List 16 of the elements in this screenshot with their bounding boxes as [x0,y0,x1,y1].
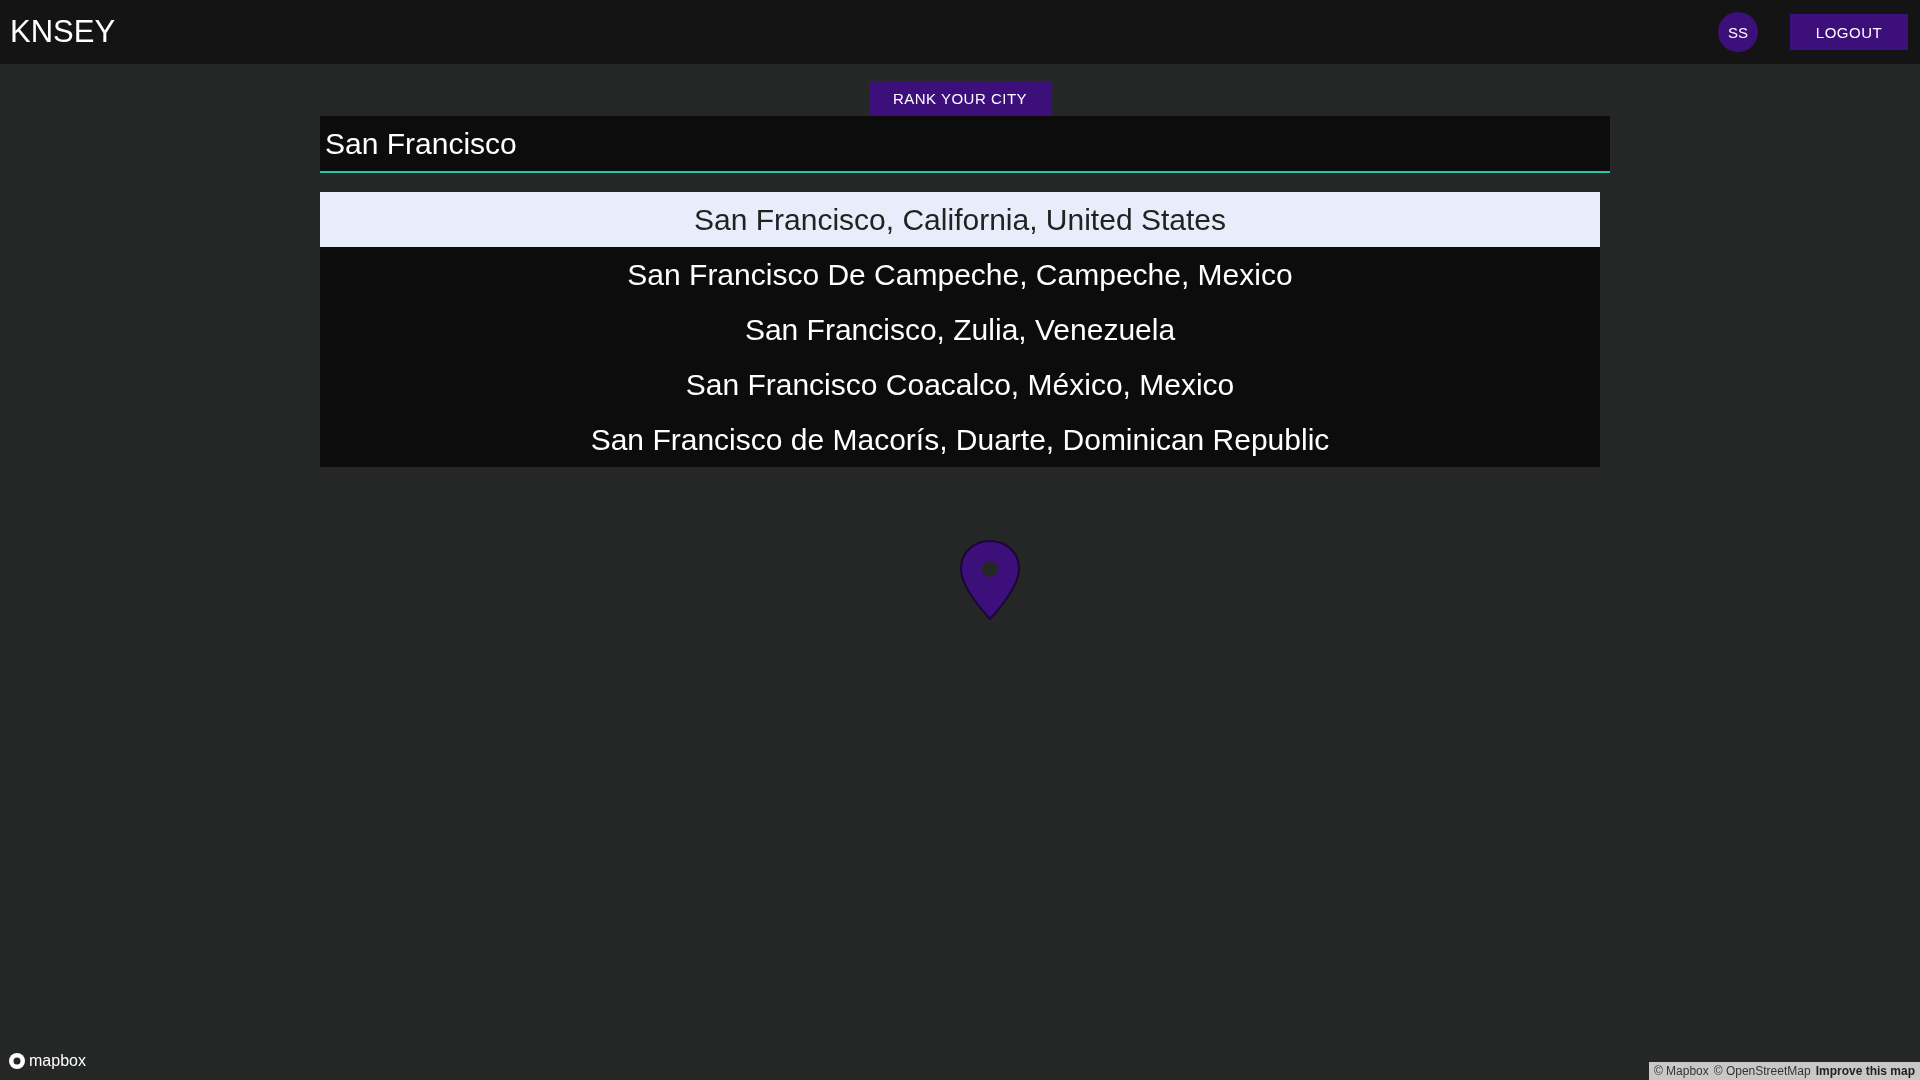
suggestion-item[interactable]: San Francisco de Macorís, Duarte, Dominican Republic [320,412,1600,467]
logo-icon [8,1052,26,1070]
search-field[interactable]: San Francisco [320,116,1610,173]
user-avatar[interactable]: SS [1718,12,1758,52]
rank-city-button[interactable]: RANK YOUR CITY [868,81,1052,115]
attribution-text[interactable]: © OpenStreetMap [1713,1064,1811,1078]
suggestion-item[interactable]: San Francisco, Zulia, Venezuela [320,302,1600,357]
map-logo[interactable]: mapbox [8,1052,86,1070]
logo-text: mapbox [29,1052,86,1070]
improve-map-link[interactable]: Improve this map [1815,1064,1915,1078]
suggestion-item[interactable]: San Francisco, California, United States [320,192,1600,247]
suggestion-item[interactable]: San Francisco De Campeche, Campeche, Mexico [320,247,1600,302]
logout-button[interactable]: LOGOUT [1790,14,1908,50]
suggestion-item[interactable]: San Francisco Coacalco, México, Mexico [320,357,1600,412]
attribution-text[interactable]: © Mapbox [1653,1064,1709,1078]
brand-title: KNSEY [10,14,117,50]
